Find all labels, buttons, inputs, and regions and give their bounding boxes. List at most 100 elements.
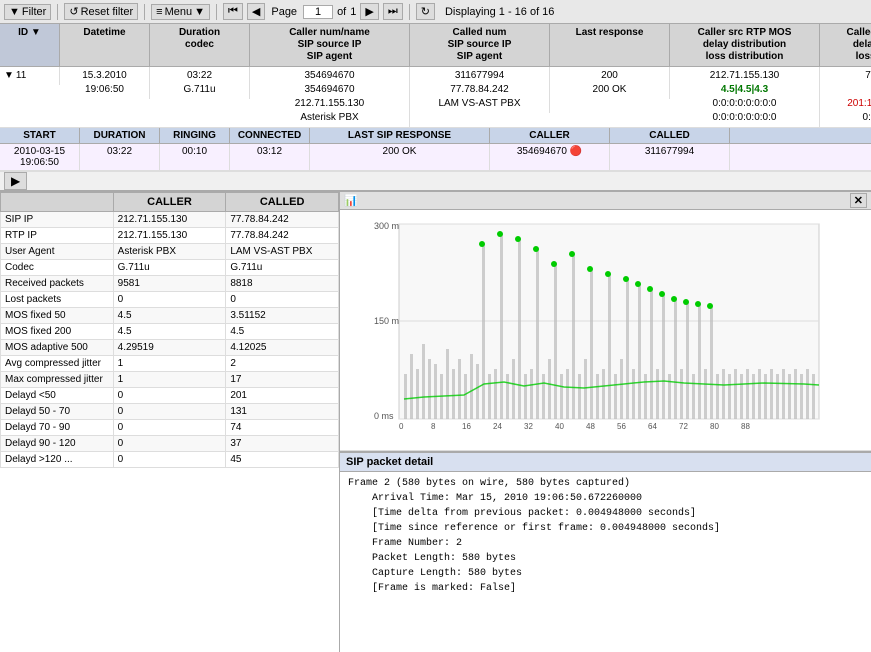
sub-col-last-sip: LAST SIP RESPONSE [310,128,490,143]
sub-cell-last-sip: 200 OK [310,144,490,170]
sip-line: Frame Number: 2 [348,536,863,551]
detail-called-val: 77.78.84.242 [226,228,339,244]
detail-row: Delayd 90 - 120 0 37 [1,436,339,452]
detail-caller-val: Asterisk PBX [113,244,226,260]
main-area: ID ▼ Datetime Durationcodec Caller num/n… [0,24,871,652]
sip-line: [Time delta from previous packet: 0.0049… [348,506,863,521]
sub-cell-ringing: 00:10 [160,144,230,170]
play-row: ▶ [0,171,871,190]
detail-caller-val: 1 [113,372,226,388]
col-caller-mos[interactable]: Caller src RTP MOSdelay distributionloss… [670,24,820,66]
sub-col-start: START [0,128,80,143]
sub-cell-called: 311677994 [610,144,730,170]
col-duration[interactable]: Durationcodec [150,24,250,66]
col-called-info[interactable]: Called numSIP source IPSIP agent [410,24,550,66]
chart-area: 📊 ✕ 300 ms 150 ms 0 ms [340,192,871,452]
page-total: 1 [350,6,356,18]
detail-label: RTP IP [1,228,114,244]
detail-label: Avg compressed jitter [1,356,114,372]
play-button[interactable]: ▶ [4,172,27,190]
detail-row: Codec G.711u G.711u [1,260,339,276]
col-called-mos[interactable]: Called src RTP MOSdelay distributionloss… [820,24,871,66]
detail-caller-val: 0 [113,388,226,404]
detail-col-caller: CALLER [113,193,226,212]
detail-called-val: 131 [226,404,339,420]
toolbar-separator-2 [144,4,145,20]
sub-col-called: CALLED [610,128,730,143]
detail-caller-val: 0 [113,420,226,436]
detail-row: Lost packets 0 0 [1,292,339,308]
detail-label: Delayd 90 - 120 [1,436,114,452]
refresh-button[interactable]: ↻ [416,3,435,20]
nav-last-button[interactable]: ⏭ [383,3,403,20]
sub-cell-connected: 03:12 [230,144,310,170]
sub-data-row: 2010-03-15 19:06:50 03:22 00:10 03:12 20… [0,144,871,171]
filter-button[interactable]: ▼ Filter [4,4,51,20]
chart-svg: 300 ms 150 ms 0 ms [344,214,834,434]
caller-indicator: 🔴 [570,146,582,157]
cell-duration: 03:22G.711u [150,67,250,99]
svg-text:32: 32 [524,422,533,431]
detail-called-val: 74 [226,420,339,436]
detail-called-val: 8818 [226,276,339,292]
nav-first-button[interactable]: ⏮ [223,3,243,20]
cell-called-info: 31167799477.78.84.242LAM VS-AST PBX [410,67,550,113]
toolbar: ▼ Filter ↺ Reset filter ≡ Menu ▼ ⏮ ◀ Pag… [0,0,871,24]
col-datetime[interactable]: Datetime [60,24,150,66]
right-panel: 📊 ✕ 300 ms 150 ms 0 ms [340,192,871,652]
detail-label: Codec [1,260,114,276]
nav-next-button[interactable]: ▶ [360,3,378,20]
left-panel: CALLER CALLED SIP IP 212.71.155.130 77.7… [0,192,340,652]
detail-row: Delayd 70 - 90 0 74 [1,420,339,436]
sub-row-header: START DURATION RINGING CONNECTED LAST SI… [0,128,871,144]
detail-caller-val: 212.71.155.130 [113,212,226,228]
detail-caller-val: 0 [113,436,226,452]
cell-called-mos: 77.78.84.2423.5|4.5|4.1201:131:74:37:15:… [820,67,871,127]
sip-line: Frame 2 (580 bytes on wire, 580 bytes ca… [348,476,863,491]
detail-called-val: G.711u [226,260,339,276]
detail-caller-val: 0 [113,452,226,468]
nav-prev-button[interactable]: ◀ [247,3,265,20]
detail-called-val: 2 [226,356,339,372]
bottom-section: CALLER CALLED SIP IP 212.71.155.130 77.7… [0,191,871,652]
detail-called-val: 0 [226,292,339,308]
top-section: ID ▼ Datetime Durationcodec Caller num/n… [0,24,871,191]
cell-datetime: 15.3.201019:06:50 [60,67,150,99]
detail-label: Delayd <50 [1,388,114,404]
reset-filter-button[interactable]: ↺ Reset filter [64,3,138,20]
detail-table: CALLER CALLED SIP IP 212.71.155.130 77.7… [0,192,339,468]
page-input[interactable] [303,5,333,19]
menu-button[interactable]: ≡ Menu ▼ [151,4,210,20]
table-header: ID ▼ Datetime Durationcodec Caller num/n… [0,24,871,67]
cell-caller-mos: 212.71.155.1304.5|4.5|4.30:0:0:0:0:0:0:0… [670,67,820,127]
col-last-response[interactable]: Last response [550,24,670,66]
detail-label: MOS fixed 200 [1,324,114,340]
detail-called-val: 3.51152 [226,308,339,324]
col-caller-info[interactable]: Caller num/nameSIP source IPSIP agent [250,24,410,66]
svg-text:0: 0 [399,422,404,431]
displaying-label: Displaying 1 - 16 of 16 [445,6,554,18]
sub-row-container: START DURATION RINGING CONNECTED LAST SI… [0,128,871,191]
chart-icon: 📊 [344,194,358,207]
sip-title: SIP packet detail [340,453,871,472]
detail-label: Max compressed jitter [1,372,114,388]
svg-text:48: 48 [586,422,595,431]
svg-text:40: 40 [555,422,564,431]
expand-icon[interactable]: ▼ [4,69,14,83]
chart-close-button[interactable]: ✕ [850,193,867,208]
y-label-0: 0 ms [374,411,394,421]
reset-icon: ↺ [69,5,78,18]
detail-caller-val: 212.71.155.130 [113,228,226,244]
sip-content: Frame 2 (580 bytes on wire, 580 bytes ca… [340,472,871,600]
table-row: ▼ 11 15.3.201019:06:50 03:22G.711u 35469… [0,67,871,128]
cell-expand-id[interactable]: ▼ 11 [0,67,60,85]
filter-icon: ▼ [9,6,20,18]
cell-last-response: 200200 OK [550,67,670,99]
detail-called-val: 37 [226,436,339,452]
detail-caller-val: 4.5 [113,324,226,340]
toolbar-separator-3 [216,4,217,20]
detail-header-row: CALLER CALLED [1,193,339,212]
detail-caller-val: 4.29519 [113,340,226,356]
detail-row: Delayd >120 ... 0 45 [1,452,339,468]
col-id[interactable]: ID ▼ [0,24,60,66]
